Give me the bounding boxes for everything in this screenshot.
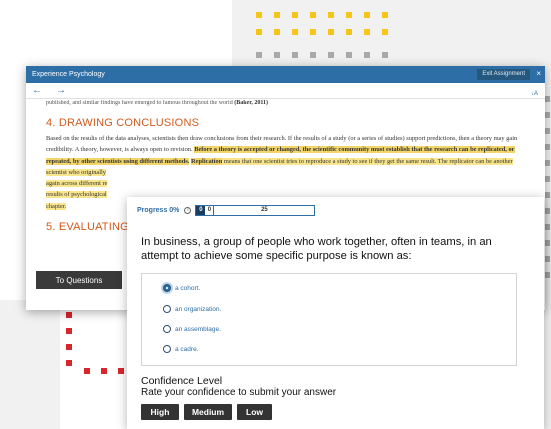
answer-options: a cohort. an organization. an assemblage…: [141, 273, 517, 366]
exit-assignment-button[interactable]: Exit Assignment: [477, 69, 530, 80]
progress-bar: 0 0 25: [195, 205, 316, 216]
decorative-dot: [346, 52, 352, 58]
progress-label: Progress 0%: [137, 207, 180, 214]
radio-icon[interactable]: [163, 305, 171, 313]
decorative-dot: [382, 12, 388, 18]
decorative-dot: [310, 29, 316, 35]
decorative-dot: [256, 29, 262, 35]
radio-icon[interactable]: [163, 345, 171, 353]
info-icon[interactable]: i: [184, 207, 192, 214]
decorative-dot: [66, 312, 72, 318]
decorative-dot: [364, 29, 370, 35]
highlighted-term-replication[interactable]: Replication: [191, 157, 223, 165]
highlighted-text-line[interactable]: chapter.: [46, 202, 67, 210]
decorative-dot: [84, 368, 90, 374]
decorative-dot: [382, 29, 388, 35]
decorative-dot: [256, 52, 262, 58]
section-heading-drawing-conclusions: 4. DRAWING CONCLUSIONS: [46, 117, 200, 129]
decorative-dot: [274, 52, 280, 58]
forward-arrow-icon[interactable]: →: [56, 85, 66, 96]
decorative-dot: [292, 52, 298, 58]
confidence-medium-button[interactable]: Medium: [184, 404, 232, 420]
highlighted-text-line[interactable]: results of psychological: [46, 191, 107, 199]
answer-option-d[interactable]: a cadre.: [163, 345, 199, 353]
answer-label[interactable]: a cohort.: [175, 285, 200, 292]
decorative-dot: [66, 328, 72, 334]
decorative-dot: [310, 12, 316, 18]
reader-navbar: ← → ↓A: [26, 83, 545, 99]
answer-option-a[interactable]: a cohort.: [163, 284, 200, 292]
cut-line-citation[interactable]: (Baker, 2011): [234, 100, 268, 106]
close-icon[interactable]: ×: [536, 69, 541, 78]
decorative-dot: [328, 52, 334, 58]
progress-current: 0: [196, 206, 206, 215]
decorative-dot: [256, 12, 262, 18]
decorative-dot: [382, 52, 388, 58]
radio-selected-icon[interactable]: [163, 284, 171, 292]
answer-option-b[interactable]: an organization.: [163, 305, 221, 313]
decorative-dot: [101, 368, 107, 374]
answer-label[interactable]: a cadre.: [175, 346, 199, 353]
decorative-dot: [364, 12, 370, 18]
window-title: Experience Psychology: [32, 71, 105, 78]
progress-row: Progress 0% i 0 0 25: [137, 205, 316, 216]
radio-icon[interactable]: [163, 325, 171, 333]
progress-total: 25: [261, 207, 268, 213]
decorative-dot: [346, 29, 352, 35]
text-size-icon[interactable]: ↓A: [531, 91, 538, 97]
decorative-dot: [364, 52, 370, 58]
cut-off-line: published, and similar findings have eme…: [46, 100, 531, 107]
question-panel: Progress 0% i 0 0 25 In business, a grou…: [127, 197, 544, 429]
answer-option-c[interactable]: an assemblage.: [163, 325, 221, 333]
decorative-dot: [346, 12, 352, 18]
decorative-dot: [118, 368, 124, 374]
decorative-dot: [66, 360, 72, 366]
decorative-dot: [328, 12, 334, 18]
confidence-high-button[interactable]: High: [141, 404, 179, 420]
decorative-dot: [66, 344, 72, 350]
question-text: In business, a group of people who work …: [141, 236, 492, 262]
decorative-dot: [328, 29, 334, 35]
confidence-low-button[interactable]: Low: [237, 404, 272, 420]
decorative-dot: [274, 29, 280, 35]
answer-label[interactable]: an assemblage.: [175, 326, 221, 333]
window-titlebar: Experience Psychology Exit Assignment ×: [26, 66, 545, 83]
confidence-title: Confidence Level: [141, 375, 223, 387]
decorative-dot: [292, 29, 298, 35]
decorative-dot: [274, 12, 280, 18]
confidence-subtitle: Rate your confidence to submit your answ…: [141, 387, 337, 398]
to-questions-button[interactable]: To Questions: [36, 271, 122, 289]
decorative-dot: [292, 12, 298, 18]
answer-label[interactable]: an organization.: [175, 306, 221, 313]
decorative-dot: [310, 52, 316, 58]
back-arrow-icon[interactable]: ←: [32, 85, 42, 96]
progress-start: 0: [205, 206, 215, 215]
highlighted-text-line[interactable]: again across different re: [46, 180, 108, 188]
cut-line-text: published, and similar findings have eme…: [46, 100, 235, 106]
